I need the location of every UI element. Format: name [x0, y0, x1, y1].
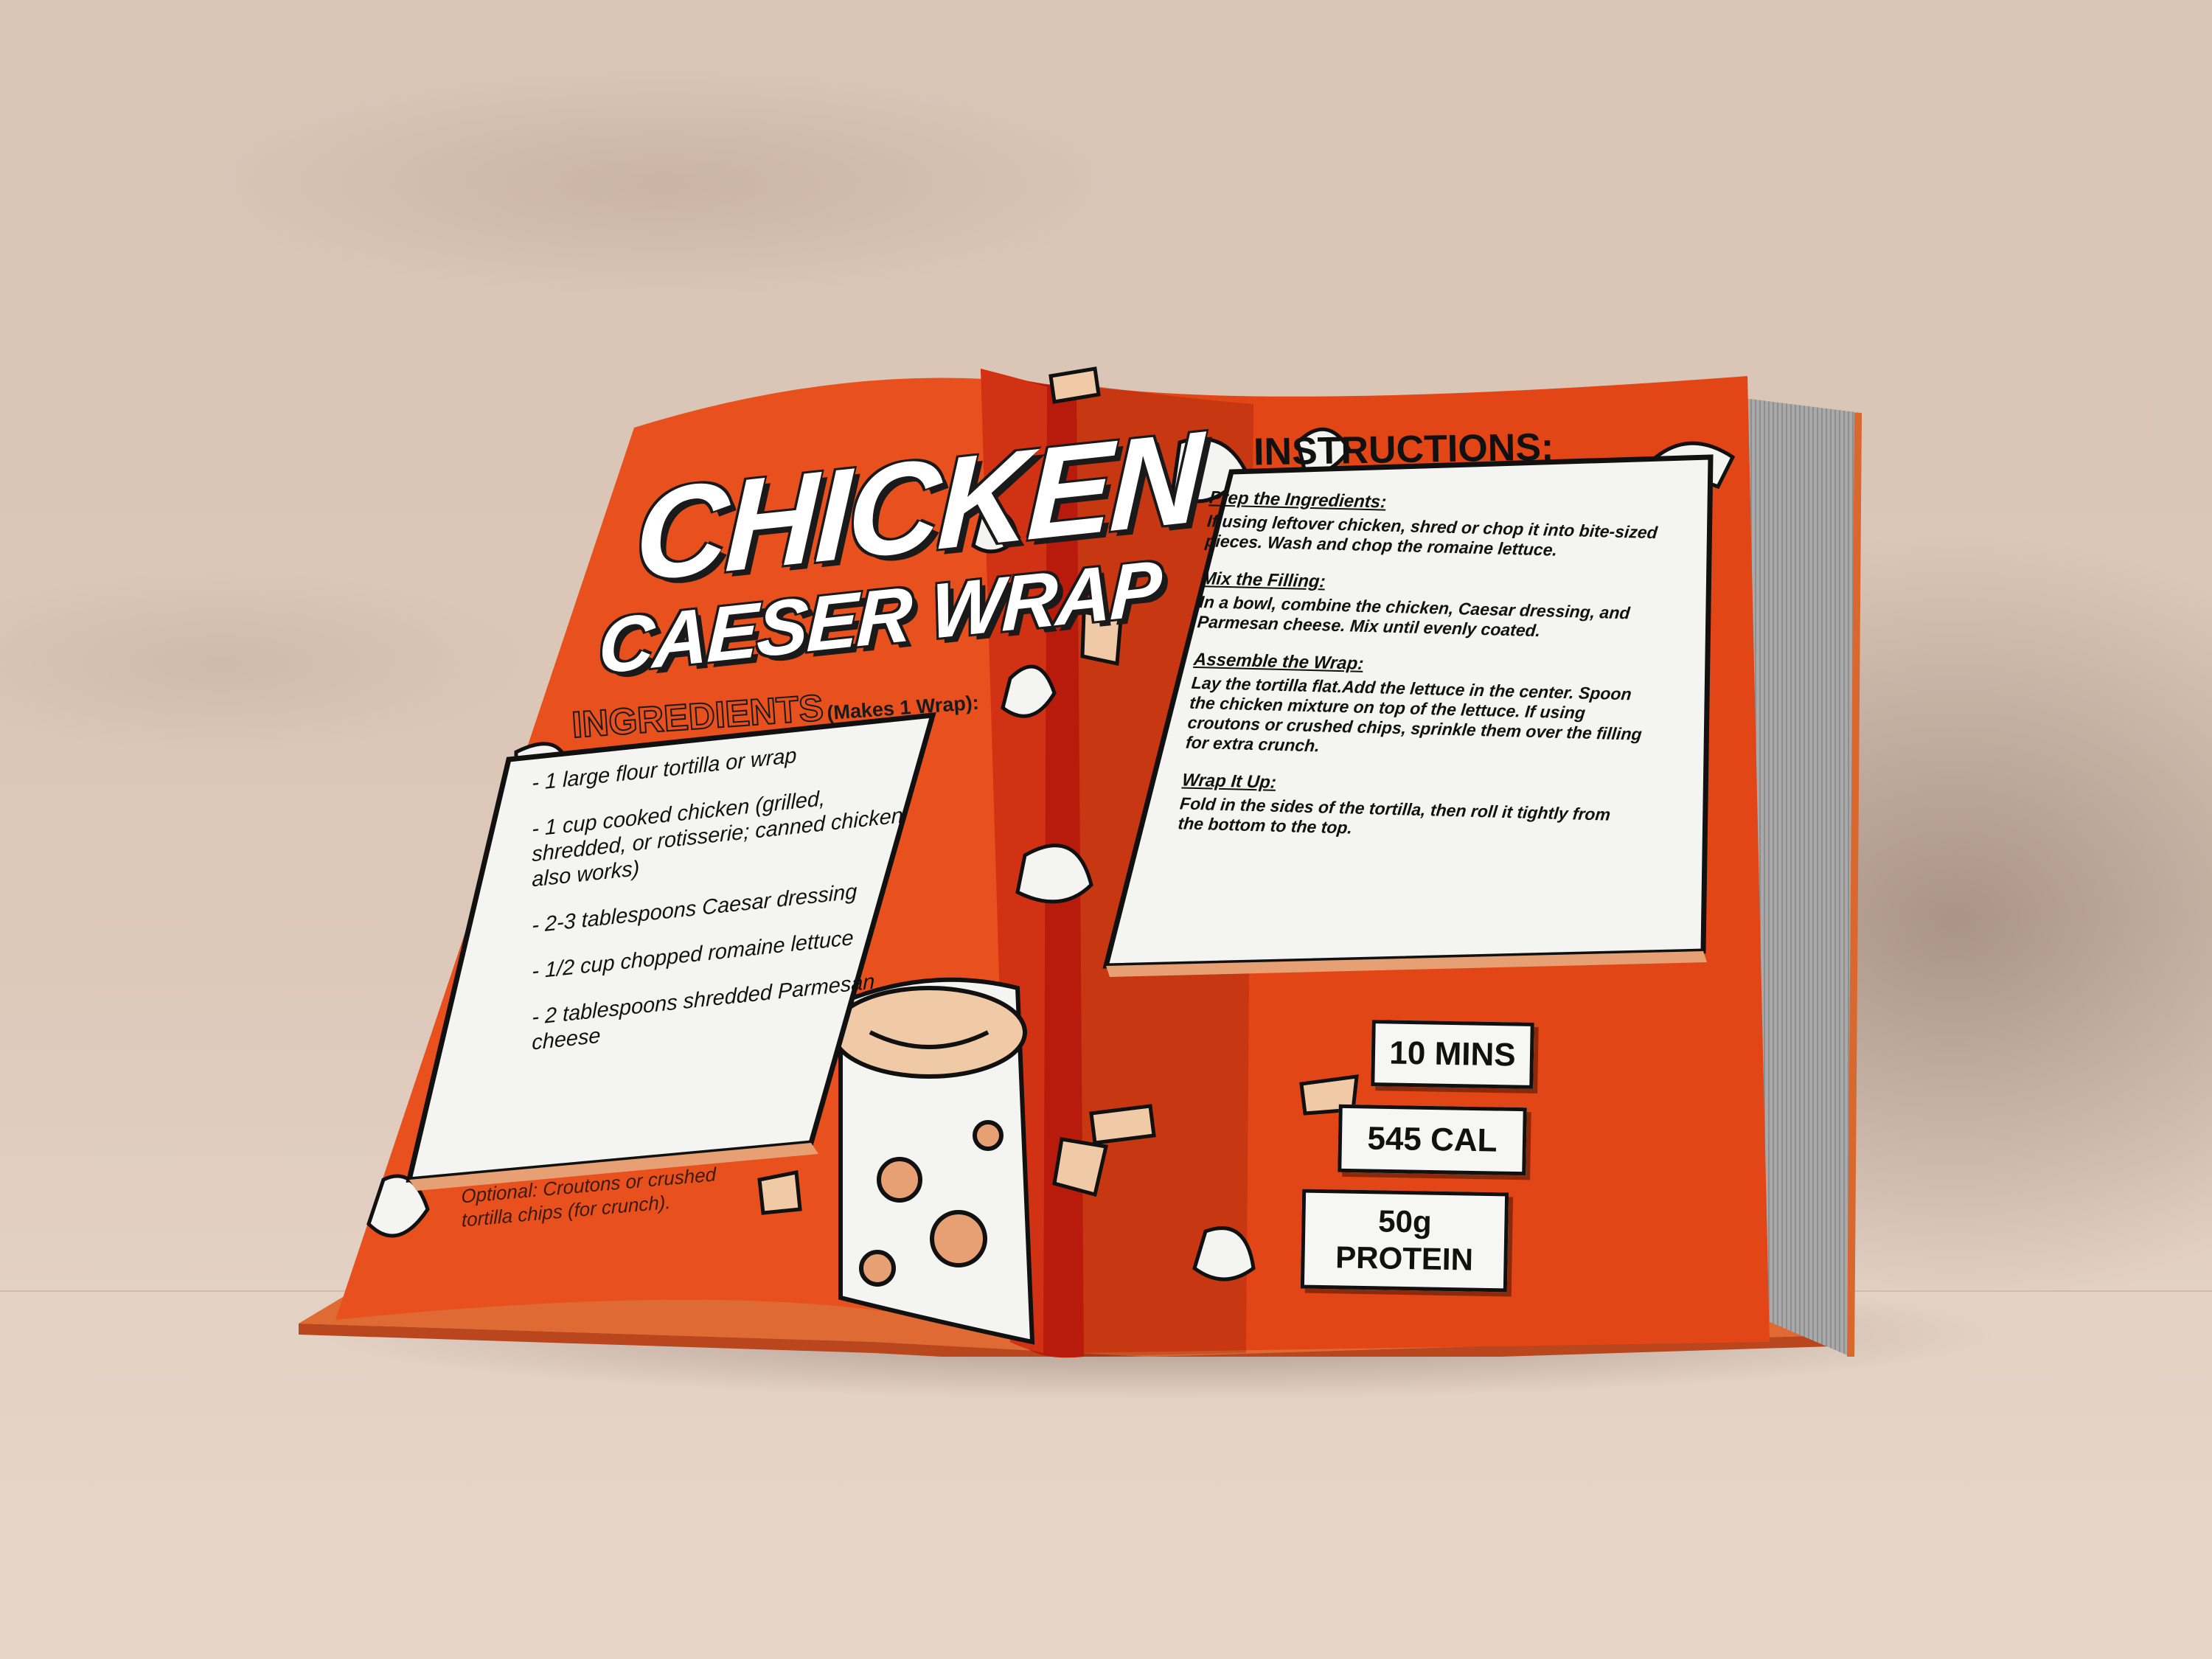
- protein-value: 50g: [1377, 1203, 1433, 1239]
- step-body: In a bowl, combine the chicken, Caesar d…: [1196, 592, 1631, 641]
- ingredient-item: - 1 cup cooked chicken (grilled, shredde…: [532, 787, 903, 892]
- calories-badge: 545 CAL: [1338, 1104, 1527, 1176]
- ingredients-yield: (Makes 1 Wrap):: [826, 691, 980, 725]
- calories-value: 545 CAL: [1367, 1120, 1498, 1159]
- protein-label: PROTEIN: [1335, 1239, 1474, 1277]
- protein-badge: 50g PROTEIN: [1300, 1189, 1509, 1293]
- step-wrap: Wrap It Up: Fold in the sides of the tor…: [1177, 771, 1640, 846]
- step-prep: Prep the Ingredients: If using leftover …: [1204, 487, 1667, 563]
- step-mix: Mix the Filling: In a bowl, combine the …: [1197, 568, 1660, 644]
- instructions-heading: INSTRUCTIONS:: [1253, 425, 1554, 474]
- ingredients-list: - 1 large flour tortilla or wrap - 1 cup…: [532, 731, 905, 1077]
- instructions-list: Prep the Ingredients: If using leftover …: [1177, 470, 1669, 845]
- time-badge: 10 MINS: [1371, 1020, 1534, 1089]
- step-assemble: Assemble the Wrap: Lay the tortilla flat…: [1185, 650, 1652, 765]
- book-spread: [335, 366, 1770, 1358]
- ingredient-item: - 2 tablespoons shredded Parmesan cheese: [532, 970, 875, 1055]
- step-body: If using leftover chicken, shred or chop…: [1204, 511, 1659, 560]
- time-value: 10 MINS: [1389, 1034, 1517, 1074]
- step-body: Lay the tortilla flat.Add the lettuce in…: [1185, 672, 1643, 756]
